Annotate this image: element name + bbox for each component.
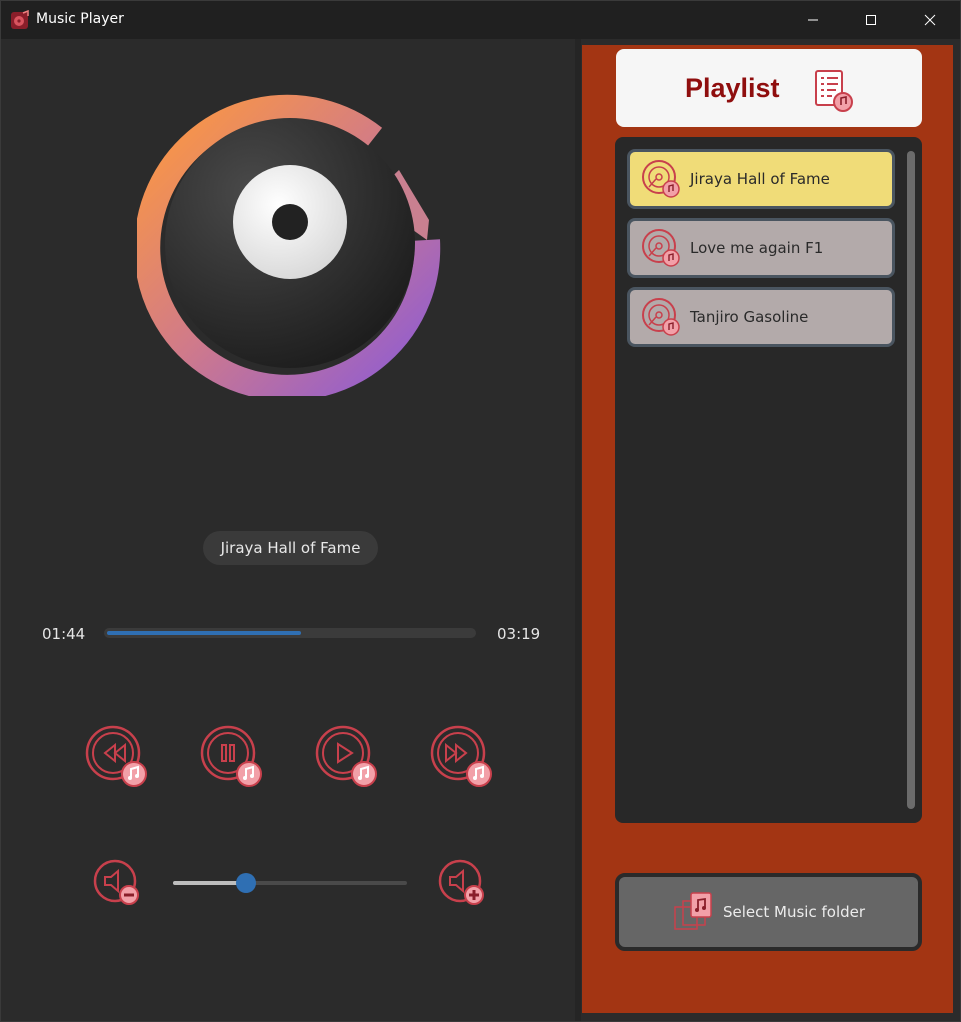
playlist-list[interactable]: Jiraya Hall of Fame Love me again F1 Tan… (615, 137, 922, 823)
progress-bar[interactable] (104, 628, 476, 638)
elapsed-time: 01:44 (42, 625, 86, 643)
volume-down-button[interactable] (93, 859, 141, 907)
maximize-button[interactable] (842, 1, 900, 39)
volume-fill (173, 881, 246, 885)
playlist-icon (815, 70, 853, 112)
panel-divider (575, 39, 581, 1021)
play-button[interactable] (315, 725, 379, 789)
select-folder-button[interactable]: Select Music folder (615, 873, 922, 951)
playlist-title: Playlist (685, 73, 780, 103)
fast-forward-button[interactable] (430, 725, 494, 789)
playlist-item[interactable]: Love me again F1 (627, 218, 895, 278)
playlist-item[interactable]: Jiraya Hall of Fame (627, 149, 895, 209)
cd-music-icon (642, 298, 680, 336)
title-bar: Music Player (1, 1, 960, 39)
vinyl-disc-logo (137, 94, 441, 396)
progress-fill (107, 631, 301, 635)
window-title: Music Player (36, 11, 124, 27)
playlist-scrollbar[interactable] (907, 151, 915, 809)
minimize-button[interactable] (784, 1, 842, 39)
playlist-item-label: Love me again F1 (690, 239, 824, 257)
close-icon (924, 14, 936, 26)
rewind-button[interactable] (85, 725, 149, 789)
volume-slider[interactable] (173, 873, 407, 893)
maximize-icon (866, 15, 876, 25)
player-panel: Jiraya Hall of Fame 01:44 03:19 (1, 39, 575, 1021)
playlist-panel: Playlist Jiraya Hall of Fame Love me aga… (582, 45, 953, 1013)
total-time: 03:19 (497, 625, 541, 643)
cd-music-icon (642, 229, 680, 267)
playlist-header: Playlist (616, 49, 922, 127)
app-icon (11, 10, 29, 29)
current-song-label: Jiraya Hall of Fame (203, 531, 378, 565)
minimize-icon (808, 19, 818, 21)
playlist-item-label: Jiraya Hall of Fame (690, 170, 830, 188)
volume-knob[interactable] (235, 873, 256, 893)
pause-button[interactable] (200, 725, 264, 789)
cd-music-icon (642, 160, 680, 198)
volume-up-button[interactable] (438, 859, 486, 907)
music-folder-icon (674, 892, 712, 930)
select-folder-label: Select Music folder (723, 903, 866, 921)
close-button[interactable] (901, 1, 959, 39)
playlist-item[interactable]: Tanjiro Gasoline (627, 287, 895, 347)
music-player-window: Music Player Jiraya Hall of Fame 01:44 0… (0, 0, 961, 1022)
playlist-item-label: Tanjiro Gasoline (690, 308, 809, 326)
